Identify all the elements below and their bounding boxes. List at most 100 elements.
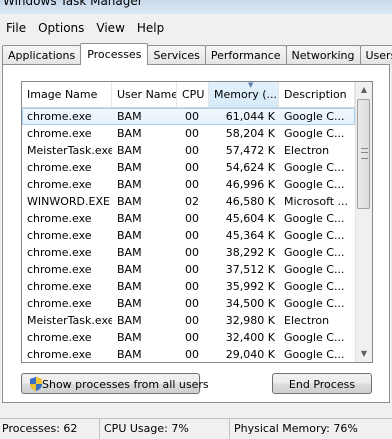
- table-row[interactable]: chrome.exeBAM0045,604 KGoogle C...: [22, 210, 355, 227]
- table-row[interactable]: chrome.exeBAM0038,292 KGoogle C...: [22, 244, 355, 261]
- cell-image-name: chrome.exe: [22, 346, 112, 363]
- show-all-processes-button[interactable]: Show processes from all users: [21, 373, 200, 394]
- cell-memory: 35,992 K: [209, 278, 279, 295]
- title-bar: Windows Task Manager: [0, 0, 392, 14]
- cell-user-name: BAM: [112, 244, 177, 261]
- cell-user-name: BAM: [112, 329, 177, 346]
- cell-memory: 37,512 K: [209, 261, 279, 278]
- column-header-image-name[interactable]: Image Name: [22, 82, 112, 107]
- cell-cpu: 02: [177, 193, 209, 210]
- table-row[interactable]: chrome.exeBAM0034,500 KGoogle C...: [22, 295, 355, 312]
- cell-user-name: BAM: [112, 210, 177, 227]
- table-row[interactable]: chrome.exeBAM0045,364 KGoogle C...: [22, 227, 355, 244]
- list-header: Image Name User Name CPU Memory (... Des…: [22, 82, 355, 108]
- cell-description: Google C...: [279, 244, 355, 261]
- tab-applications[interactable]: Applications: [2, 45, 81, 65]
- cell-description: Electron: [279, 142, 355, 159]
- table-row[interactable]: chrome.exeBAM0058,204 KGoogle C...: [22, 125, 355, 142]
- cell-description: Google C...: [279, 329, 355, 346]
- column-header-cpu[interactable]: CPU: [177, 82, 209, 107]
- cell-user-name: BAM: [112, 295, 177, 312]
- process-rows: chrome.exeBAM0061,044 KGoogle C...chrome…: [22, 108, 355, 363]
- show-all-processes-label: Show processes from all users: [42, 378, 209, 391]
- cell-description: Google C...: [279, 295, 355, 312]
- table-row[interactable]: MeisterTask.exeBAM0032,980 KElectron: [22, 312, 355, 329]
- cell-description: Google C...: [279, 159, 355, 176]
- cell-image-name: chrome.exe: [22, 278, 112, 295]
- table-row[interactable]: chrome.exeBAM0035,992 KGoogle C...: [22, 278, 355, 295]
- tab-networking[interactable]: Networking: [286, 45, 361, 65]
- grip-icon: [361, 148, 368, 159]
- column-header-user-name[interactable]: User Name: [112, 82, 177, 107]
- cell-image-name: MeisterTask.exe: [22, 312, 112, 329]
- column-header-description[interactable]: Description: [279, 82, 355, 107]
- cell-user-name: BAM: [112, 176, 177, 193]
- cell-memory: 38,292 K: [209, 244, 279, 261]
- cell-image-name: chrome.exe: [22, 125, 112, 142]
- cell-memory: 45,604 K: [209, 210, 279, 227]
- cell-image-name: chrome.exe: [22, 210, 112, 227]
- cell-image-name: chrome.exe: [22, 176, 112, 193]
- tab-processes[interactable]: Processes: [80, 43, 148, 65]
- cell-cpu: 00: [177, 261, 209, 278]
- table-row[interactable]: chrome.exeBAM0046,996 KGoogle C...: [22, 176, 355, 193]
- cell-cpu: 00: [177, 108, 209, 125]
- menu-view[interactable]: View: [90, 21, 130, 35]
- status-cpu-usage: CPU Usage: 7%: [100, 419, 230, 439]
- cell-user-name: BAM: [112, 142, 177, 159]
- cell-cpu: 00: [177, 176, 209, 193]
- scroll-down-arrow-icon[interactable]: ▼: [356, 346, 372, 362]
- cell-cpu: 00: [177, 346, 209, 363]
- cell-image-name: chrome.exe: [22, 108, 112, 125]
- status-bar: Processes: 62 CPU Usage: 7% Physical Mem…: [0, 418, 392, 439]
- column-header-memory[interactable]: Memory (...: [209, 82, 279, 107]
- menu-file[interactable]: File: [0, 21, 32, 35]
- table-row[interactable]: chrome.exeBAM0032,400 KGoogle C...: [22, 329, 355, 346]
- tab-strip: Applications Processes Services Performa…: [2, 43, 392, 64]
- cell-user-name: BAM: [112, 312, 177, 329]
- cell-user-name: BAM: [112, 108, 177, 125]
- cell-memory: 29,040 K: [209, 346, 279, 363]
- uac-shield-icon: [30, 377, 42, 391]
- cell-cpu: 00: [177, 295, 209, 312]
- cell-cpu: 00: [177, 278, 209, 295]
- cell-image-name: chrome.exe: [22, 159, 112, 176]
- cell-description: Google C...: [279, 346, 355, 363]
- table-row[interactable]: chrome.exeBAM0054,624 KGoogle C...: [22, 159, 355, 176]
- table-row[interactable]: WINWORD.EXEBAM0246,580 KMicrosoft ...: [22, 193, 355, 210]
- cell-description: Electron: [279, 312, 355, 329]
- cell-description: Google C...: [279, 210, 355, 227]
- tab-users[interactable]: Users: [360, 45, 392, 65]
- cell-user-name: BAM: [112, 227, 177, 244]
- process-list[interactable]: Image Name User Name CPU Memory (... Des…: [21, 81, 373, 363]
- cell-description: Google C...: [279, 227, 355, 244]
- tab-services[interactable]: Services: [147, 45, 205, 65]
- menu-help[interactable]: Help: [131, 21, 170, 35]
- tab-performance[interactable]: Performance: [205, 45, 287, 65]
- scroll-up-arrow-icon[interactable]: ▲: [356, 82, 372, 98]
- cell-cpu: 00: [177, 329, 209, 346]
- cell-cpu: 00: [177, 142, 209, 159]
- end-process-button[interactable]: End Process: [272, 373, 372, 394]
- processes-panel: Image Name User Name CPU Memory (... Des…: [2, 64, 390, 403]
- menu-options[interactable]: Options: [32, 21, 90, 35]
- cell-image-name: chrome.exe: [22, 244, 112, 261]
- cell-memory: 32,980 K: [209, 312, 279, 329]
- cell-cpu: 00: [177, 227, 209, 244]
- cell-description: Google C...: [279, 278, 355, 295]
- table-row[interactable]: chrome.exeBAM0037,512 KGoogle C...: [22, 261, 355, 278]
- cell-user-name: BAM: [112, 261, 177, 278]
- cell-user-name: BAM: [112, 193, 177, 210]
- status-processes: Processes: 62: [0, 419, 100, 439]
- table-row[interactable]: chrome.exeBAM0029,040 KGoogle C...: [22, 346, 355, 363]
- table-row[interactable]: chrome.exeBAM0061,044 KGoogle C...: [22, 108, 355, 125]
- table-row[interactable]: MeisterTask.exeBAM0057,472 KElectron: [22, 142, 355, 159]
- cell-memory: 54,624 K: [209, 159, 279, 176]
- cell-image-name: chrome.exe: [22, 295, 112, 312]
- cell-memory: 46,580 K: [209, 193, 279, 210]
- vertical-scrollbar[interactable]: ▲ ▼: [355, 82, 372, 362]
- cell-user-name: BAM: [112, 278, 177, 295]
- scrollbar-thumb[interactable]: [357, 99, 370, 209]
- cell-memory: 45,364 K: [209, 227, 279, 244]
- window-title: Windows Task Manager: [3, 0, 143, 8]
